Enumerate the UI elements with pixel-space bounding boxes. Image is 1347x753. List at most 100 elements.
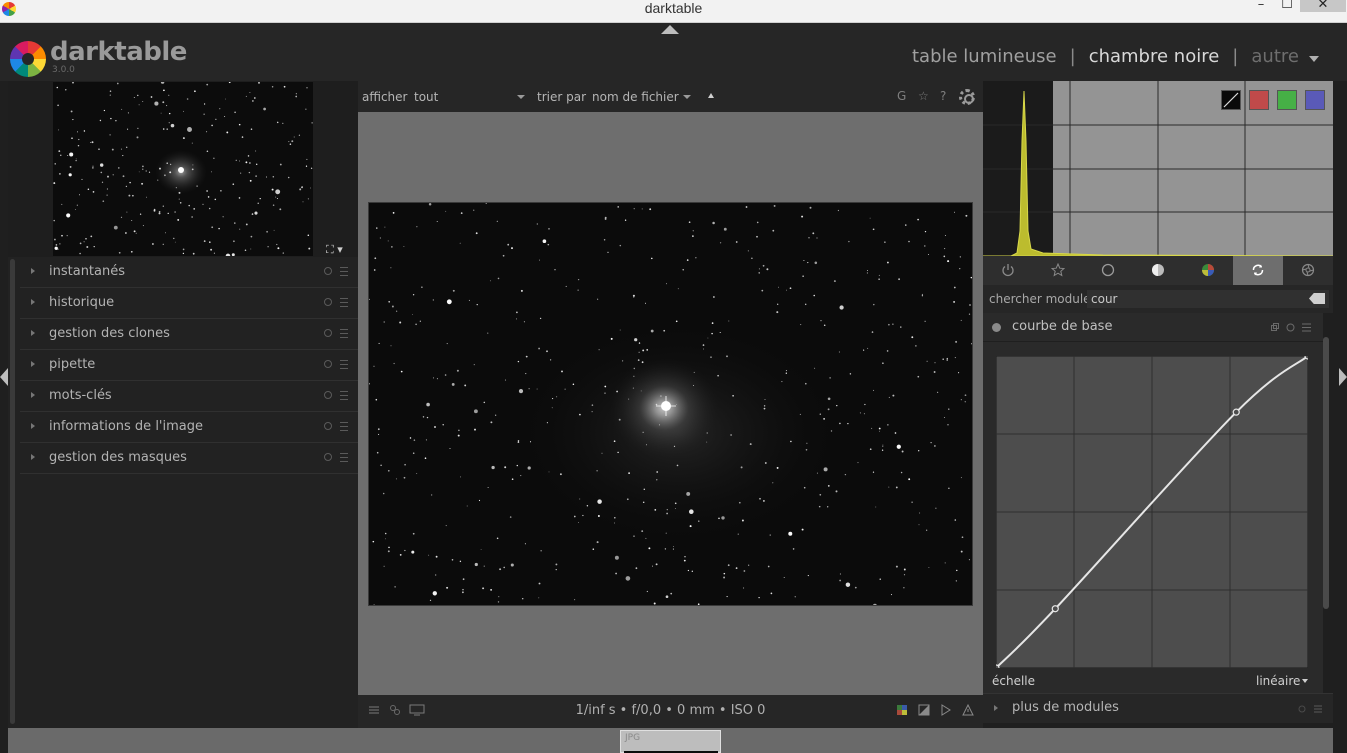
raw-overexposed-icon[interactable]: [918, 704, 930, 716]
reset-icon[interactable]: [324, 422, 332, 430]
color-icon: [1202, 264, 1214, 276]
red-channel-toggle[interactable]: [1249, 90, 1269, 110]
app-header: darktable 3.0.0 table lumineuse | chambre …: [0, 23, 1347, 81]
color-assessment-icon[interactable]: [896, 704, 908, 716]
right-panel-toggle-icon[interactable]: [1339, 368, 1347, 386]
expand-arrow-icon: [994, 705, 998, 711]
view-separator: |: [1232, 46, 1239, 67]
app-name: darktable: [50, 37, 187, 67]
group-favorites[interactable]: [1033, 256, 1083, 285]
view-darkroom[interactable]: chambre noire: [1089, 46, 1220, 67]
navigation-thumbnail[interactable]: [53, 82, 313, 256]
navigation-preview[interactable]: ⛶ ▾: [8, 81, 358, 257]
minimize-icon[interactable]: –: [1250, 0, 1272, 12]
expand-arrow-icon: [31, 423, 35, 429]
show-select[interactable]: tout: [414, 90, 438, 104]
views-dropdown-icon[interactable]: [1309, 56, 1319, 62]
reset-icon[interactable]: [324, 267, 332, 275]
group-tone[interactable]: [1133, 256, 1183, 285]
bottom-toolbar: 1/inf s • f/0,0 • 0 mm • ISO 0: [358, 695, 983, 728]
module-label: gestion des masques: [49, 450, 187, 465]
filmstrip[interactable]: JPG: [8, 728, 1333, 753]
reset-icon[interactable]: [324, 298, 332, 306]
sort-order-icon[interactable]: [708, 93, 714, 98]
module-tagging[interactable]: mots-clés: [20, 381, 358, 412]
module-snapshots[interactable]: instantanés: [20, 257, 358, 288]
presets-icon[interactable]: [340, 298, 348, 307]
scale-dropdown-icon[interactable]: [1302, 679, 1308, 683]
module-search-row: chercher module: [983, 285, 1333, 313]
module-header[interactable]: courbe de base: [983, 313, 1323, 342]
group-effects[interactable]: [1283, 256, 1333, 285]
more-modules-section[interactable]: plus de modules: [983, 693, 1333, 723]
module-color-picker[interactable]: pipette: [20, 350, 358, 381]
gamut-check-icon[interactable]: [962, 704, 974, 716]
presets-icon[interactable]: [340, 391, 348, 400]
reset-icon[interactable]: [1298, 705, 1306, 713]
group-basic[interactable]: [1083, 256, 1133, 285]
presets-icon[interactable]: [340, 329, 348, 338]
reset-icon[interactable]: [324, 360, 332, 368]
reset-icon[interactable]: [324, 453, 332, 461]
expand-arrow-icon: [31, 330, 35, 336]
reset-icon[interactable]: [1286, 323, 1295, 332]
filmstrip-thumbnail[interactable]: JPG: [620, 730, 721, 753]
sort-select[interactable]: nom de fichier: [592, 90, 679, 104]
overlay-star-icon[interactable]: ☆: [918, 89, 929, 103]
sort-dropdown-icon[interactable]: [683, 95, 691, 99]
exif-info: 1/inf s • f/0,0 • 0 mm • ISO 0: [575, 703, 766, 718]
module-image-information[interactable]: informations de l'image: [20, 412, 358, 443]
sort-label: trier par: [537, 90, 587, 104]
presets-icon[interactable]: [340, 453, 348, 462]
group-correct[interactable]: [1233, 256, 1283, 285]
module-label: informations de l'image: [49, 419, 203, 434]
group-active-modules[interactable]: [983, 256, 1033, 285]
maximize-icon[interactable]: ☐: [1276, 0, 1298, 12]
module-search-input[interactable]: [1087, 290, 1329, 308]
presets-icon[interactable]: [340, 360, 348, 369]
help-icon[interactable]: ?: [940, 89, 946, 103]
module-label: historique: [49, 295, 115, 310]
linear-log-icon[interactable]: [1221, 90, 1241, 110]
module-power-icon[interactable]: [992, 323, 1001, 332]
module-duplicate-manager[interactable]: gestion des clones: [20, 319, 358, 350]
scale-select[interactable]: linéaire: [1256, 674, 1300, 688]
presets-icon[interactable]: [340, 267, 348, 276]
left-panel-toggle-icon[interactable]: [0, 368, 8, 386]
show-dropdown-icon[interactable]: [517, 95, 525, 99]
multi-instance-icon[interactable]: [1271, 323, 1279, 331]
correct-icon: [1252, 264, 1264, 276]
base-curve-module: courbe de base échelle linéaire: [983, 313, 1323, 693]
group-color[interactable]: [1183, 256, 1233, 285]
expand-arrow-icon: [31, 268, 35, 274]
histogram[interactable]: [983, 81, 1333, 256]
view-other[interactable]: autre: [1251, 46, 1299, 67]
top-panel-toggle-icon[interactable]: [661, 25, 679, 34]
preferences-gear-icon[interactable]: [959, 89, 975, 105]
module-history[interactable]: historique: [20, 288, 358, 319]
grouping-icon[interactable]: G: [897, 89, 906, 103]
view-lighttable[interactable]: table lumineuse: [912, 46, 1057, 67]
right-panel-scrollbar[interactable]: [1323, 337, 1329, 609]
curve-node[interactable]: [1051, 605, 1059, 613]
thumbnail-format-label: JPG: [625, 733, 641, 743]
left-panel-scrollbar[interactable]: [10, 259, 15, 724]
presets-icon[interactable]: [340, 422, 348, 431]
curve-node[interactable]: [1232, 408, 1240, 416]
softproof-icon[interactable]: [940, 704, 952, 716]
zoom-fit-icon[interactable]: ⛶ ▾: [326, 243, 343, 257]
presets-icon[interactable]: [1302, 323, 1311, 332]
left-module-list: instantanés historique gestion des clone…: [20, 257, 358, 474]
main-image[interactable]: [368, 202, 973, 606]
reset-icon[interactable]: [324, 329, 332, 337]
expand-arrow-icon: [31, 299, 35, 305]
green-channel-toggle[interactable]: [1277, 90, 1297, 110]
reset-icon[interactable]: [324, 391, 332, 399]
module-mask-manager[interactable]: gestion des masques: [20, 443, 358, 474]
module-title: courbe de base: [1012, 319, 1113, 334]
center-view[interactable]: [358, 112, 983, 695]
close-icon[interactable]: ✕: [1300, 0, 1346, 12]
base-curve-graph[interactable]: [996, 356, 1308, 668]
presets-icon[interactable]: [1314, 705, 1322, 713]
blue-channel-toggle[interactable]: [1305, 90, 1325, 110]
